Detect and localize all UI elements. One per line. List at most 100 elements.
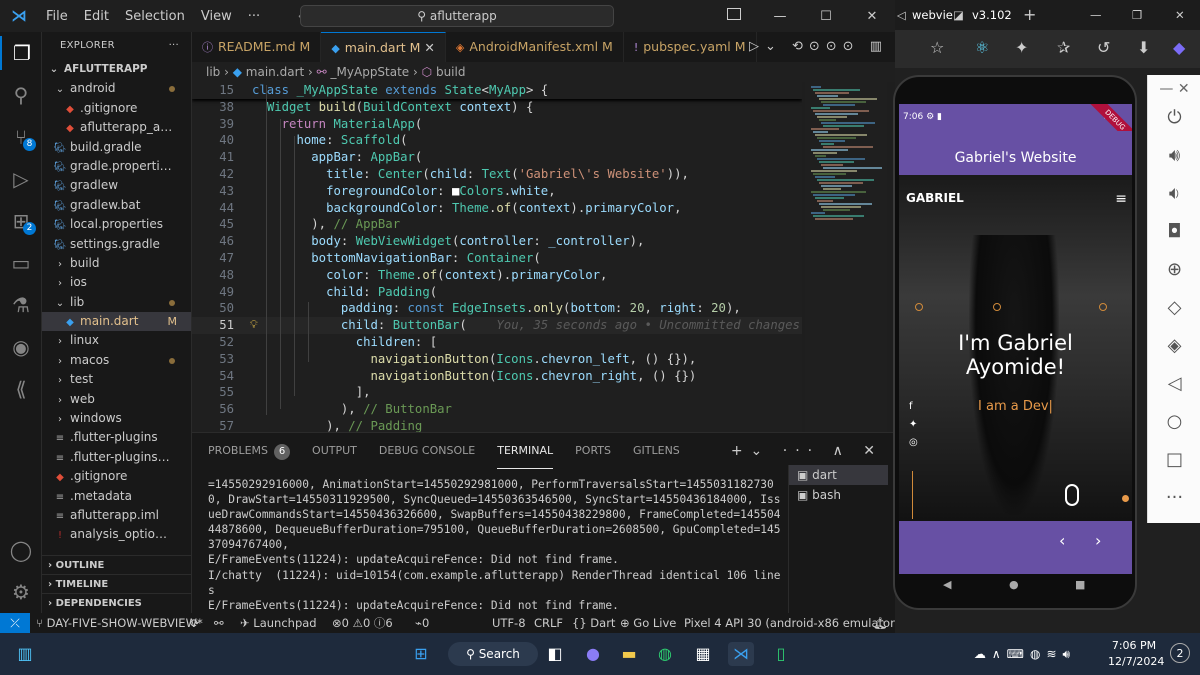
notifications-icon[interactable]: 🔔︎ [873,613,888,633]
device-status[interactable]: Pixel 4 API 30 (android-x86 emulator) [684,613,895,633]
downloads-icon[interactable]: ⬇ [1137,38,1150,57]
workspace-root[interactable]: ⌄ AFLUTTERAPP [42,60,191,79]
facebook-icon[interactable]: f [909,398,918,416]
code-editor[interactable]: 15 class _MyAppState extends State<MyApp>… [192,82,802,432]
tree-item[interactable]: ⌄ lib [42,293,191,312]
chevron-left-button[interactable]: ‹ [1059,531,1065,550]
system-tray-icons[interactable]: ☁∧⌨◍≋🔊︎ [970,642,1080,666]
overview-icon[interactable]: □ [1148,449,1200,470]
extensions-icon[interactable]: ✦ [1015,38,1028,57]
task-view-icon[interactable]: ◧ [542,642,568,666]
ports-status[interactable]: ⌁0 [415,613,429,633]
tab-output[interactable]: OUTPUT [312,433,357,469]
history-icon[interactable]: ↺ [1097,38,1110,57]
breadcrumb-method[interactable]: build [436,65,466,79]
chat-icon[interactable]: ● [580,642,606,666]
emulator-taskbar-icon[interactable]: ▯ [768,642,794,666]
zoom-icon[interactable]: ⊕ [1148,259,1200,280]
react-devtools-icon[interactable]: ⚛ [975,38,989,57]
tab-ports[interactable]: PORTS [575,433,611,469]
account-icon[interactable]: ◯ [0,533,42,567]
problems-status[interactable]: ⊗0 ⚠0 ⓘ6 [332,613,393,633]
instagram-icon[interactable]: ◎ [909,434,918,452]
tree-item[interactable]: ≡ .flutter-plugins-depe... [42,448,191,467]
code-line[interactable]: 45 ), // AppBar [192,216,802,233]
code-line[interactable]: 57 ), // Padding [192,418,802,432]
code-line[interactable]: 44 backgroundColor: Theme.of(context).pr… [192,200,802,217]
code-line[interactable]: 51 child: ButtonBar( You, 35 seconds ago… [192,317,802,334]
sticky-scroll-line[interactable]: 15 class _MyAppState extends State<MyApp>… [192,82,802,99]
breadcrumb-file[interactable]: main.dart [246,65,304,79]
tree-item[interactable]: › web [42,390,191,409]
clock[interactable]: 7:06 PM 12/7/2024 [1108,638,1164,668]
tree-item[interactable]: 🐘︎ gradlew.bat [42,196,191,215]
back-icon[interactable]: ◀ [943,578,951,591]
tree-item[interactable]: ⌄ android [42,79,191,98]
tree-item[interactable]: › windows [42,409,191,428]
power-icon[interactable]: ⏻ [1148,107,1200,128]
tree-item[interactable]: ◆ .gitignore [42,467,191,486]
flutter-icon[interactable]: ⟪ [0,372,42,406]
extensions-icon[interactable]: ⊞ 2 [0,204,42,238]
tree-item[interactable]: ◆ aflutterapp_android... [42,118,191,137]
notification-badge[interactable]: 2 [1170,643,1190,663]
git-graph-status-icon[interactable]: ⚯ [214,613,224,633]
browser-tab-v3[interactable]: v3.102 [972,4,1012,26]
compare-icon[interactable]: ⟲⊙⊙⊙ [792,39,860,54]
command-center-search[interactable]: ⚲ aflutterapp [300,5,614,27]
browser-back-icon[interactable]: ◁ [897,4,906,26]
tree-item[interactable]: ≡ .flutter-plugins [42,428,191,447]
tree-item[interactable]: 🐘︎ gradlew [42,176,191,195]
explorer-icon[interactable]: ❐ [0,36,42,70]
code-line[interactable]: 38 Widget build(BuildContext context) { [192,99,802,116]
tree-item[interactable]: 🐘︎ build.gradle [42,138,191,157]
lightbulb-icon[interactable]: 💡︎ [250,317,258,334]
back-icon[interactable]: ◁ [1148,373,1200,394]
home-icon[interactable]: ○ [1148,411,1200,432]
tree-item[interactable]: ◆ main.dart M [42,312,191,332]
browser-tab-webview[interactable]: webvie [912,4,953,26]
tree-item[interactable]: › macos [42,351,191,370]
encoding-status[interactable]: UTF-8 [492,613,526,633]
site-logo[interactable]: GABRIEL [906,191,964,205]
close-tab-icon[interactable]: ✕ [424,40,434,55]
code-line[interactable]: 56 ), // ButtonBar [192,401,802,418]
tree-item[interactable]: › test [42,370,191,389]
search-icon[interactable]: ⚲ [0,78,42,112]
copilot-icon[interactable]: ◆ [1173,38,1185,57]
tab-debug-console[interactable]: DEBUG CONSOLE [379,433,475,469]
breadcrumb-class[interactable]: _MyAppState [331,65,410,79]
more-actions-icon[interactable]: ··· [169,32,179,60]
testing-icon[interactable]: ⚗ [0,288,42,322]
file-explorer-icon[interactable]: ▬ [616,642,642,666]
editor-tab[interactable]: ⓘ README.md M [192,32,322,62]
tab-gitlens[interactable]: GITLENS [633,433,680,469]
tree-item[interactable]: › linux [42,331,191,350]
tab-problems[interactable]: PROBLEMS 6 [208,433,291,469]
layout-toggle-icons[interactable] [711,8,757,24]
more-icon[interactable]: ··· [1148,487,1200,508]
git-graph-icon[interactable]: ◉ [0,330,42,364]
go-live-button[interactable]: ⊕ Go Live [620,613,676,633]
rotate-right-icon[interactable]: ◈ [1148,335,1200,356]
gear-icon[interactable]: ⚙ [0,575,42,609]
favorites-icon[interactable]: ✰ [1057,38,1070,57]
eol-status[interactable]: CRLF [534,613,563,633]
remote-explorer-icon[interactable]: ▭ [0,246,42,280]
tree-item[interactable]: 🐘︎ gradle.properties [42,157,191,176]
code-line[interactable]: 48 color: Theme.of(context).primaryColor… [192,267,802,284]
chevron-right-button[interactable]: › [1095,531,1101,550]
timeline-section[interactable]: › TIMELINE [42,574,192,593]
code-line[interactable]: 52 children: [ [192,334,802,351]
menu-more[interactable]: ··· [240,9,268,24]
star-icon[interactable]: ☆ [930,38,944,57]
outline-section[interactable]: › OUTLINE [42,555,192,574]
code-line[interactable]: 55 ], [192,384,802,401]
tree-item[interactable]: › ios [42,273,191,292]
phone-screen[interactable]: 7:06 ⚙ ▮▾▮ DEBUG Gabriel's Website GABRI… [899,104,1132,574]
close-button[interactable]: ✕ [849,9,895,24]
vscode-taskbar-icon[interactable]: ⋊ [728,642,754,666]
tree-item[interactable]: ≡ aflutterapp.iml [42,506,191,525]
terminal-item-dart[interactable]: ▣ dart [789,465,888,485]
edge-icon[interactable]: ◍ [652,642,678,666]
